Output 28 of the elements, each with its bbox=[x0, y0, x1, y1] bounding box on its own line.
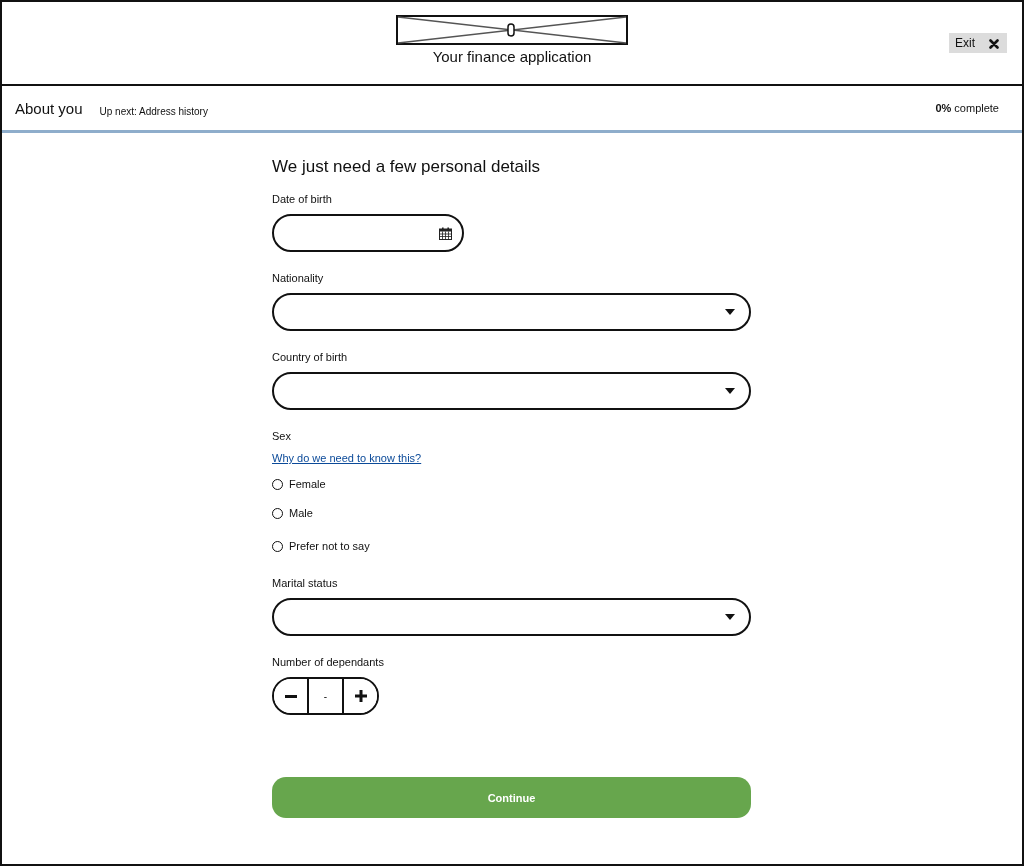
radio-option[interactable]: Male bbox=[272, 505, 370, 521]
field-label: Date of birth bbox=[272, 192, 332, 207]
app-title: Your finance application bbox=[432, 48, 592, 66]
caret-icon bbox=[725, 309, 735, 315]
field-label: Marital status bbox=[272, 576, 338, 591]
select-field[interactable] bbox=[272, 293, 751, 331]
radio-option[interactable]: Female bbox=[272, 476, 370, 492]
field-label: Sex bbox=[272, 429, 291, 444]
select-field[interactable] bbox=[272, 372, 751, 410]
calendar-icon bbox=[439, 226, 452, 240]
radio-option[interactable]: Prefer not to say bbox=[272, 538, 370, 554]
form-heading: We just need a few personal details bbox=[272, 157, 542, 177]
completion-text: 0% complete bbox=[935, 102, 999, 114]
date-field[interactable] bbox=[272, 214, 464, 252]
plus-icon bbox=[354, 690, 367, 702]
caret-icon bbox=[725, 614, 735, 620]
decrement-button[interactable] bbox=[274, 679, 309, 713]
up-next-text: Up next: Address history bbox=[99, 105, 208, 117]
minus-icon bbox=[284, 694, 297, 698]
field-label: Country of birth bbox=[272, 350, 348, 365]
field-label: Nationality bbox=[272, 271, 324, 286]
select-field[interactable] bbox=[272, 598, 751, 636]
field-label: Number of dependants bbox=[272, 655, 384, 670]
caret-icon bbox=[725, 388, 735, 394]
close-icon bbox=[989, 39, 999, 49]
help-link[interactable]: Why do we need to know this? bbox=[272, 450, 422, 466]
section-title: About you bbox=[15, 99, 83, 117]
exit-button[interactable]: Exit bbox=[949, 33, 1007, 53]
